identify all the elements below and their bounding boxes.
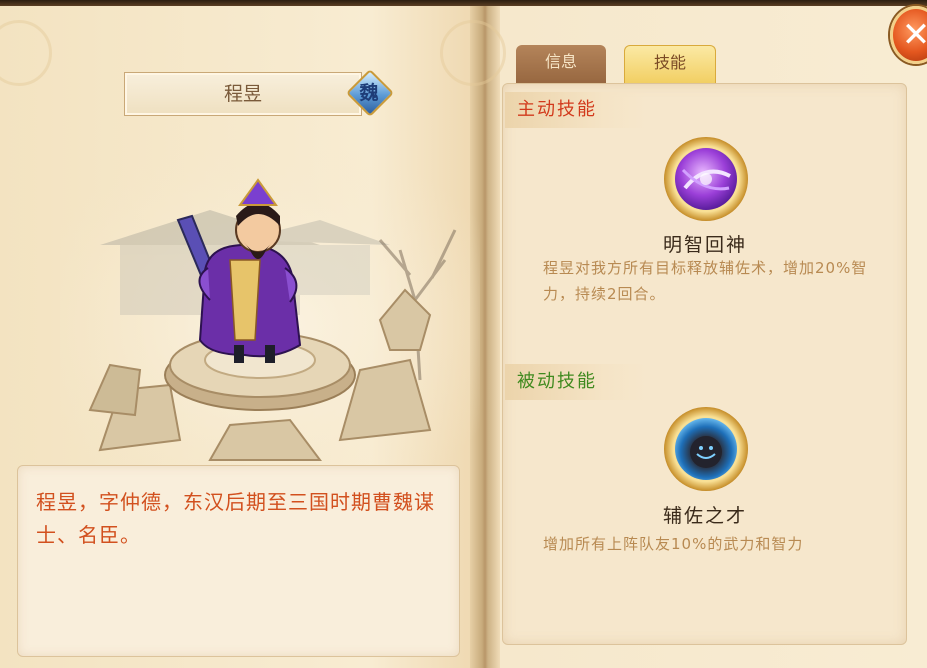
tab-info[interactable]: 信息 <box>516 45 606 85</box>
hero-portrait-scene <box>60 150 480 470</box>
hero-bio-text: 程昱，字仲德，东汉后期至三国时期曹魏谋士、名臣。 <box>36 490 435 547</box>
blue-orb-icon <box>675 418 737 480</box>
active-skill-name: 明智回神 <box>662 234 747 256</box>
faction-label: 魏 <box>359 82 379 104</box>
purple-swirl-graphic <box>681 168 731 191</box>
hero-name-plate: 程昱 <box>124 72 362 116</box>
purple-swirl-icon <box>675 148 737 210</box>
passive-skill-icon[interactable] <box>664 407 748 491</box>
passive-skill-name: 辅佐之才 <box>662 505 747 527</box>
active-skill-icon[interactable] <box>664 137 748 221</box>
close-icon: ✕ <box>901 15 927 55</box>
blue-orb-graphic <box>690 436 722 468</box>
close-button[interactable]: ✕ <box>890 6 927 64</box>
hero-bio-box: 程昱，字仲德，东汉后期至三国时期曹魏谋士、名臣。 <box>17 465 460 657</box>
passive-skill-description: 增加所有上阵队友10%的武力和智力 <box>543 535 804 553</box>
passive-skills-header: 被动技能 <box>505 364 647 400</box>
corner-ornament <box>440 20 506 86</box>
hero-name: 程昱 <box>223 83 262 105</box>
active-skills-header: 主动技能 <box>505 92 647 128</box>
tab-skills[interactable]: 技能 <box>624 45 716 86</box>
faction-badge: 魏 <box>345 68 395 118</box>
active-skill-description: 程昱对我方所有目标释放辅佐术，增加20%智力，持续2回合。 <box>543 259 868 303</box>
